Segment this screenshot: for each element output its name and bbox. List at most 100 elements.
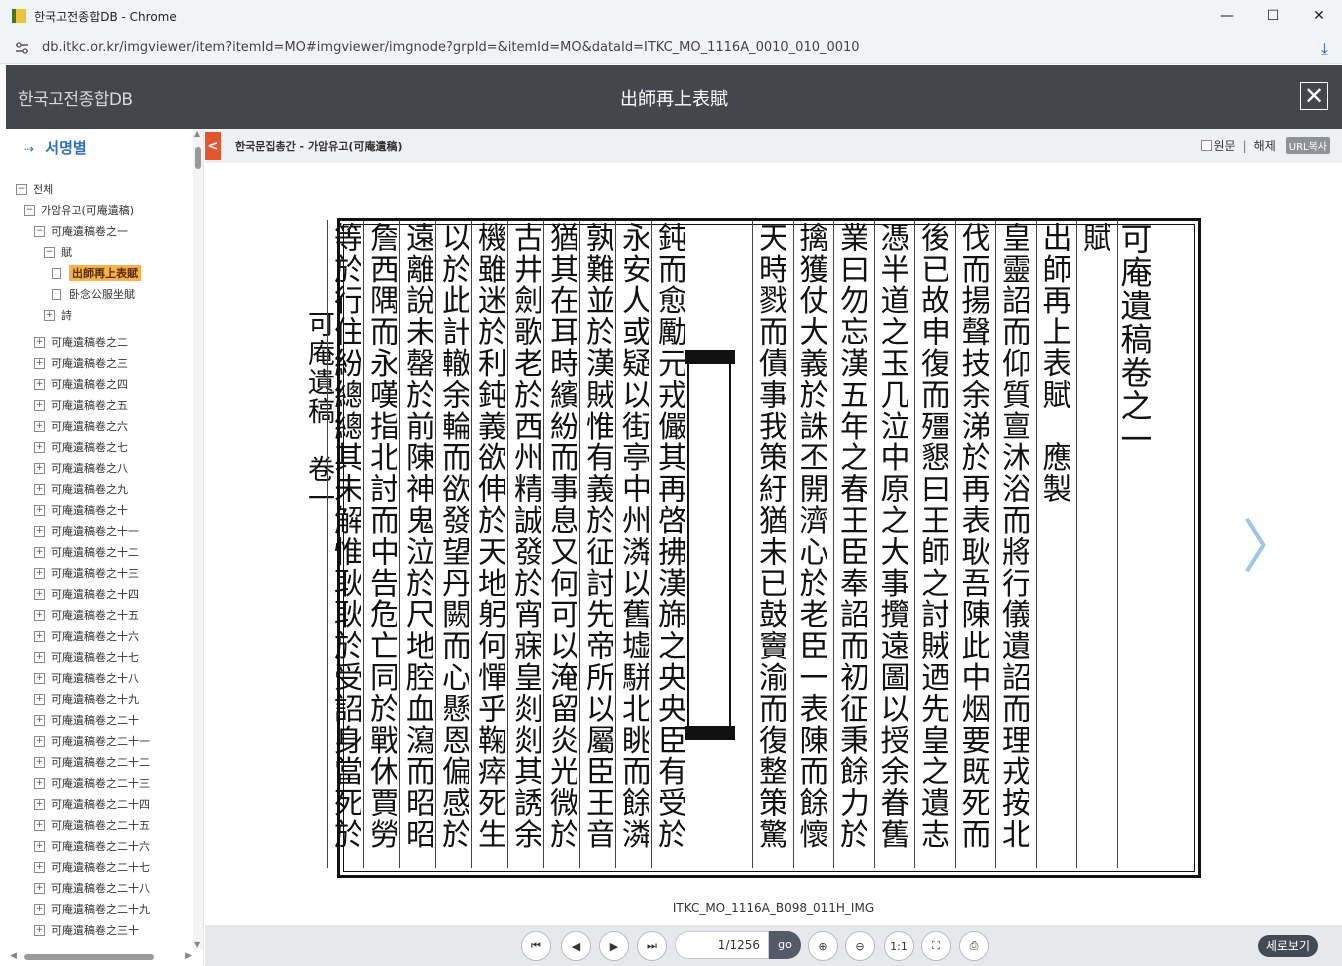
tree-node[interactable]: + 可庵遺稿卷之三: [34, 353, 128, 373]
tree-node[interactable]: + 可庵遺稿卷之三十: [34, 920, 139, 940]
expand-icon[interactable]: +: [34, 861, 45, 873]
expand-icon[interactable]: +: [34, 378, 45, 390]
expand-icon[interactable]: +: [34, 399, 45, 411]
go-button[interactable]: go: [769, 931, 801, 959]
expand-icon[interactable]: +: [34, 420, 45, 432]
tree-node[interactable]: + 可庵遺稿卷之八: [34, 458, 128, 478]
expand-icon[interactable]: +: [34, 777, 45, 789]
expand-icon[interactable]: +: [34, 798, 45, 810]
tree-node[interactable]: 卧念公服坐賦: [52, 284, 135, 304]
fit-window-button[interactable]: ⛶: [921, 931, 951, 961]
expand-icon[interactable]: +: [34, 924, 45, 936]
commentary-link[interactable]: 해제: [1254, 137, 1276, 154]
zoom-out-button[interactable]: ⊖: [845, 931, 875, 961]
collapse-icon[interactable]: −: [16, 183, 27, 195]
tree-node[interactable]: + 可庵遺稿卷之二十: [34, 710, 139, 730]
tree-node[interactable]: − 賦: [44, 242, 72, 262]
expand-icon[interactable]: +: [34, 567, 45, 579]
expand-icon[interactable]: +: [34, 357, 45, 369]
tree-node[interactable]: + 可庵遺稿卷之十三: [34, 563, 139, 583]
tree-node[interactable]: + 可庵遺稿卷之六: [34, 416, 128, 436]
page-number-input[interactable]: 1/1256: [675, 931, 769, 959]
tree-node[interactable]: + 可庵遺稿卷之四: [34, 374, 128, 394]
tree-node[interactable]: + 可庵遺稿卷之二十五: [34, 815, 150, 835]
print-button[interactable]: ⎙: [959, 931, 989, 961]
expand-icon[interactable]: +: [34, 546, 45, 558]
site-settings-icon[interactable]: [14, 41, 30, 55]
collapse-sidebar-button[interactable]: <: [205, 132, 221, 160]
window-close-button[interactable]: ✕: [1296, 0, 1342, 32]
url-copy-button[interactable]: URL복사: [1285, 137, 1330, 154]
tree-node[interactable]: 出師再上表賦: [52, 263, 141, 283]
collapse-icon[interactable]: −: [34, 225, 45, 237]
expand-icon[interactable]: +: [34, 693, 45, 705]
tree-node[interactable]: + 可庵遺稿卷之十: [34, 500, 128, 520]
collapse-icon[interactable]: −: [44, 246, 55, 258]
tree-node[interactable]: + 可庵遺稿卷之二十二: [34, 752, 150, 772]
original-text-label[interactable]: 원문: [1214, 137, 1236, 154]
tree-node[interactable]: − 가암유고(可庵遺稿): [24, 200, 134, 220]
expand-icon[interactable]: +: [34, 441, 45, 453]
actual-size-button[interactable]: 1:1: [884, 931, 914, 961]
expand-icon[interactable]: +: [34, 504, 45, 516]
tree-node[interactable]: + 可庵遺稿卷之七: [34, 437, 128, 457]
expand-icon[interactable]: +: [34, 462, 45, 474]
scroll-down-icon[interactable]: ▼: [194, 940, 200, 949]
scroll-left-icon[interactable]: ◀: [10, 951, 17, 961]
expand-icon[interactable]: +: [34, 714, 45, 726]
prev-page-button[interactable]: ◀: [561, 931, 591, 961]
tree-node[interactable]: + 可庵遺稿卷之二: [34, 332, 128, 352]
tree-node[interactable]: + 可庵遺稿卷之十一: [34, 521, 139, 541]
expand-icon[interactable]: +: [34, 819, 45, 831]
tree-node[interactable]: − 可庵遺稿卷之一: [34, 221, 128, 241]
url-field[interactable]: db.itkc.or.kr/imgviewer/item?itemId=MO#i…: [42, 40, 860, 55]
tree-node[interactable]: + 可庵遺稿卷之十二: [34, 542, 139, 562]
expand-icon[interactable]: +: [34, 840, 45, 852]
expand-icon[interactable]: +: [34, 735, 45, 747]
tree-node[interactable]: + 可庵遺稿卷之九: [34, 479, 128, 499]
tree-node[interactable]: + 可庵遺稿卷之二十九: [34, 899, 150, 919]
vertical-view-button[interactable]: 세로보기: [1257, 935, 1318, 957]
scroll-right-icon[interactable]: ▶: [185, 951, 192, 961]
expand-icon[interactable]: +: [34, 651, 45, 663]
tree-node[interactable]: + 可庵遺稿卷之十四: [34, 584, 139, 604]
collapse-icon[interactable]: −: [24, 204, 35, 216]
tree-node[interactable]: + 可庵遺稿卷之二十一: [34, 731, 150, 751]
expand-icon[interactable]: +: [34, 525, 45, 537]
first-page-button[interactable]: ⏮: [521, 931, 551, 961]
tree-node[interactable]: − 전체: [16, 179, 53, 199]
tree-node[interactable]: + 可庵遺稿卷之五: [34, 395, 128, 415]
download-icon[interactable]: ⤓: [1321, 39, 1328, 59]
viewer-close-button[interactable]: ✕: [1300, 82, 1328, 110]
tree-node[interactable]: + 可庵遺稿卷之二十七: [34, 857, 150, 877]
tree-node[interactable]: + 可庵遺稿卷之十六: [34, 626, 139, 646]
minimize-button[interactable]: —: [1204, 0, 1250, 32]
next-page-arrow-icon[interactable]: 〉: [1242, 518, 1300, 576]
expand-icon[interactable]: +: [34, 483, 45, 495]
expand-icon[interactable]: +: [34, 336, 45, 348]
last-page-button[interactable]: ⏭: [637, 931, 667, 961]
tree-node[interactable]: + 可庵遺稿卷之十八: [34, 668, 139, 688]
tree-node[interactable]: + 可庵遺稿卷之十五: [34, 605, 139, 625]
original-text-checkbox[interactable]: [1200, 140, 1212, 151]
expand-icon[interactable]: +: [44, 309, 55, 321]
expand-icon[interactable]: +: [34, 756, 45, 768]
tree-node[interactable]: + 可庵遺稿卷之二十六: [34, 836, 150, 856]
maximize-button[interactable]: ☐: [1250, 0, 1296, 32]
tree-node[interactable]: + 可庵遺稿卷之二十三: [34, 773, 150, 793]
sidebar-horizontal-scrollbar[interactable]: ◀ ▶: [10, 951, 192, 961]
scroll-thumb-horizontal[interactable]: [24, 954, 154, 960]
expand-icon[interactable]: +: [34, 903, 45, 915]
next-page-button[interactable]: ▶: [599, 931, 629, 961]
tree-node[interactable]: + 詩: [44, 305, 72, 325]
expand-icon[interactable]: +: [34, 672, 45, 684]
scroll-up-icon[interactable]: ▲: [194, 129, 200, 138]
zoom-in-button[interactable]: ⊕: [808, 931, 838, 961]
expand-icon[interactable]: +: [34, 588, 45, 600]
expand-icon[interactable]: +: [34, 630, 45, 642]
tree-node[interactable]: + 可庵遺稿卷之十九: [34, 689, 139, 709]
expand-icon[interactable]: +: [34, 609, 45, 621]
tree-node[interactable]: + 可庵遺稿卷之十七: [34, 647, 139, 667]
sidebar-heading[interactable]: ⇢ 서명별: [24, 137, 87, 158]
sidebar-vertical-scrollbar[interactable]: ▲ ▼: [193, 129, 203, 949]
